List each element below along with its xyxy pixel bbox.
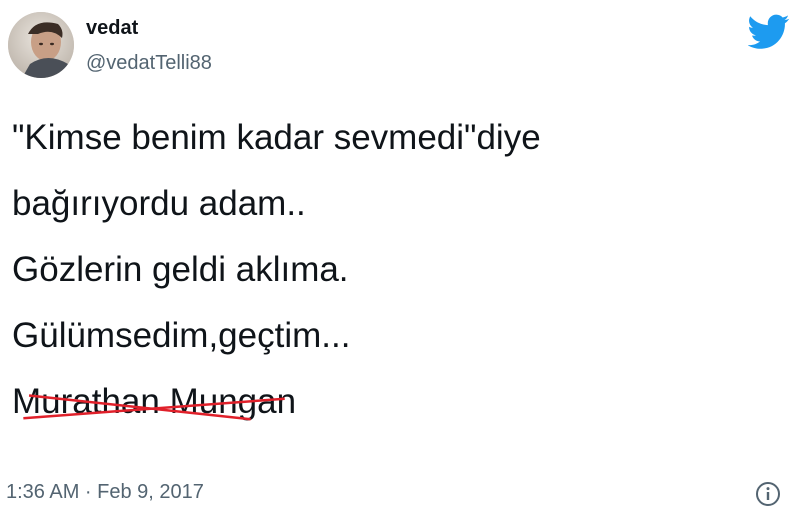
tweet-line: Gözlerin geldi aklıma. — [12, 250, 349, 289]
tweet-card: vedat @vedatTelli88 "Kimse benim kadar s… — [0, 0, 800, 518]
avatar-photo — [8, 12, 74, 78]
struck-author: Murathan Mungan — [12, 375, 296, 429]
user-handle[interactable]: @vedatTelli88 — [86, 51, 212, 75]
avatar[interactable] — [8, 12, 74, 78]
tweet-line: "Kimse benim kadar sevmedi"diye — [12, 118, 541, 157]
tweet-timestamp[interactable]: 1:36 AM · Feb 9, 2017 — [6, 480, 204, 504]
tweet-text: "Kimse benim kadar sevmedi"diye bağırıyo… — [12, 111, 772, 441]
strike-through-marks — [12, 375, 296, 429]
info-icon[interactable] — [755, 481, 781, 507]
tweet-line: bağırıyordu adam.. — [12, 184, 306, 223]
tweet-line: Gülümsedim,geçtim... — [12, 316, 351, 355]
display-name[interactable]: vedat — [86, 16, 138, 40]
twitter-bird-icon[interactable] — [748, 14, 790, 50]
tweet-line-author: Murathan Mungan — [12, 375, 772, 441]
